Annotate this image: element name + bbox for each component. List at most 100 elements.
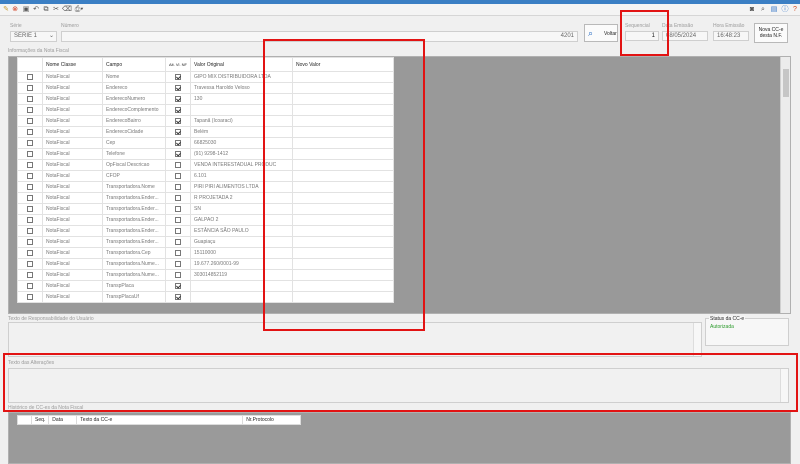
alt-cell[interactable]	[164, 214, 192, 226]
alt-cell[interactable]	[164, 247, 192, 259]
novo-valor-cell[interactable]	[292, 71, 395, 83]
alt-checkbox[interactable]	[175, 216, 181, 223]
row-checkbox[interactable]	[27, 84, 33, 91]
alt-checkbox[interactable]	[175, 271, 181, 278]
row-checkbox[interactable]	[27, 271, 33, 278]
table-row[interactable]: NotaFiscal Transportadora.Cep 15110000	[17, 247, 395, 259]
cancel-icon[interactable]: ⊗	[11, 6, 19, 14]
table-row[interactable]: NotaFiscal Transportadora.Nome PIRI PIRI A…	[17, 181, 395, 193]
alt-cell[interactable]	[164, 148, 192, 160]
alt-checkbox[interactable]	[175, 227, 181, 234]
table-row[interactable]: NotaFiscal Transportadora.Ender... SN	[17, 203, 395, 215]
row-checkbox[interactable]	[27, 183, 33, 190]
col-header[interactable]: Nr.Protocolo	[242, 415, 302, 425]
hora-emissao-field[interactable]: 16:48:23	[713, 31, 749, 41]
col-header[interactable]: Valor Original	[190, 57, 294, 72]
undo-icon[interactable]: ↶	[32, 6, 40, 14]
row-select-cell[interactable]	[17, 291, 43, 303]
row-select-cell[interactable]	[17, 258, 43, 270]
row-checkbox[interactable]	[27, 106, 33, 113]
novo-valor-cell[interactable]	[292, 137, 395, 149]
table-row[interactable]: NotaFiscal Transportadora.Ender... GALPAO …	[17, 214, 395, 226]
alt-cell[interactable]	[164, 280, 192, 292]
alt-cell[interactable]	[164, 159, 192, 171]
alt-cell[interactable]	[164, 269, 192, 281]
data-emissao-field[interactable]: 08/05/2024	[662, 31, 708, 41]
novo-valor-cell[interactable]	[292, 148, 395, 160]
alt-checkbox[interactable]	[175, 95, 181, 102]
row-select-cell[interactable]	[17, 137, 43, 149]
table-row[interactable]: NotaFiscal Telefone (91) 9298-1412	[17, 148, 395, 160]
camera-icon[interactable]: ◙	[748, 6, 756, 14]
row-select-cell[interactable]	[17, 93, 43, 105]
alt-checkbox[interactable]	[175, 117, 181, 124]
alt-cell[interactable]	[164, 192, 192, 204]
serie-select[interactable]: SÉRIE 1 ⌄	[10, 31, 57, 42]
col-header[interactable]: Nome Classe	[42, 57, 103, 72]
cut-icon[interactable]: ✂	[52, 6, 60, 14]
alt-checkbox[interactable]	[175, 128, 181, 135]
row-select-cell[interactable]	[17, 104, 43, 116]
novo-valor-cell[interactable]	[292, 203, 395, 215]
row-select-cell[interactable]	[17, 82, 43, 94]
alt-cell[interactable]	[164, 203, 192, 215]
novo-valor-cell[interactable]	[292, 269, 395, 281]
row-checkbox[interactable]	[27, 117, 33, 124]
textarea-scrollbar[interactable]	[780, 369, 788, 402]
alt-cell[interactable]	[164, 93, 192, 105]
row-checkbox[interactable]	[27, 150, 33, 157]
save-icon[interactable]: ▣	[22, 6, 30, 14]
row-select-cell[interactable]	[17, 181, 43, 193]
textarea-scrollbar[interactable]	[693, 323, 701, 356]
row-checkbox[interactable]	[27, 128, 33, 135]
alt-cell[interactable]	[164, 115, 192, 127]
alt-checkbox[interactable]	[175, 139, 181, 146]
grid-scrollbar[interactable]	[780, 57, 790, 313]
col-header[interactable]: Novo Valor	[292, 57, 395, 72]
table-row[interactable]: NotaFiscal Transportadora.Nume... 30301485…	[17, 269, 395, 281]
novo-valor-cell[interactable]	[292, 225, 395, 237]
alt-checkbox[interactable]	[175, 260, 181, 267]
table-row[interactable]: NotaFiscal Nome GIPO MIX DISTRIBUIDORA LTD…	[17, 71, 395, 83]
row-select-cell[interactable]	[17, 247, 43, 259]
alt-checkbox[interactable]	[175, 238, 181, 245]
alt-cell[interactable]	[164, 181, 192, 193]
table-row[interactable]: NotaFiscal Transportadora.Ender... Guapiaç…	[17, 236, 395, 248]
row-checkbox[interactable]	[27, 282, 33, 289]
row-checkbox[interactable]	[27, 216, 33, 223]
alt-checkbox[interactable]	[175, 106, 181, 113]
col-header[interactable]: Seq.	[30, 415, 50, 425]
novo-valor-cell[interactable]	[292, 247, 395, 259]
table-row[interactable]: NotaFiscal Transportadora.Ender... ESTÂNCI…	[17, 225, 395, 237]
select-column-header[interactable]	[17, 57, 43, 72]
table-row[interactable]: NotaFiscal Transportadora.Nume... 19.677.2…	[17, 258, 395, 270]
col-header[interactable]: Campo	[102, 57, 166, 72]
row-select-cell[interactable]	[17, 170, 43, 182]
table-row[interactable]: NotaFiscal CFOP 6.101	[17, 170, 395, 182]
alt-cell[interactable]	[164, 170, 192, 182]
col-header[interactable]: Alt. Vl. NF	[164, 57, 192, 72]
row-select-cell[interactable]	[17, 126, 43, 138]
table-row[interactable]: NotaFiscal Endereco Travessa Haroldo Velos…	[17, 82, 395, 94]
novo-valor-cell[interactable]	[292, 170, 395, 182]
novo-valor-cell[interactable]	[292, 115, 395, 127]
help-icon[interactable]: ?	[791, 6, 799, 14]
sequencial-field[interactable]: 1	[625, 31, 659, 41]
row-select-cell[interactable]	[17, 192, 43, 204]
alt-cell[interactable]	[164, 82, 192, 94]
table-row[interactable]: NotaFiscal Transportadora.Ender... R PROJE…	[17, 192, 395, 204]
alt-checkbox[interactable]	[175, 205, 181, 212]
row-checkbox[interactable]	[27, 95, 33, 102]
row-select-cell[interactable]	[17, 148, 43, 160]
row-select-cell[interactable]	[17, 115, 43, 127]
col-header[interactable]: Data	[48, 415, 78, 425]
alt-cell[interactable]	[164, 137, 192, 149]
row-checkbox[interactable]	[27, 73, 33, 80]
alt-checkbox[interactable]	[175, 161, 181, 168]
novo-valor-cell[interactable]	[292, 181, 395, 193]
alt-cell[interactable]	[164, 291, 192, 303]
novo-valor-cell[interactable]	[292, 159, 395, 171]
numero-field[interactable]: 4201	[61, 31, 578, 42]
row-select-cell[interactable]	[17, 280, 43, 292]
row-checkbox[interactable]	[27, 205, 33, 212]
